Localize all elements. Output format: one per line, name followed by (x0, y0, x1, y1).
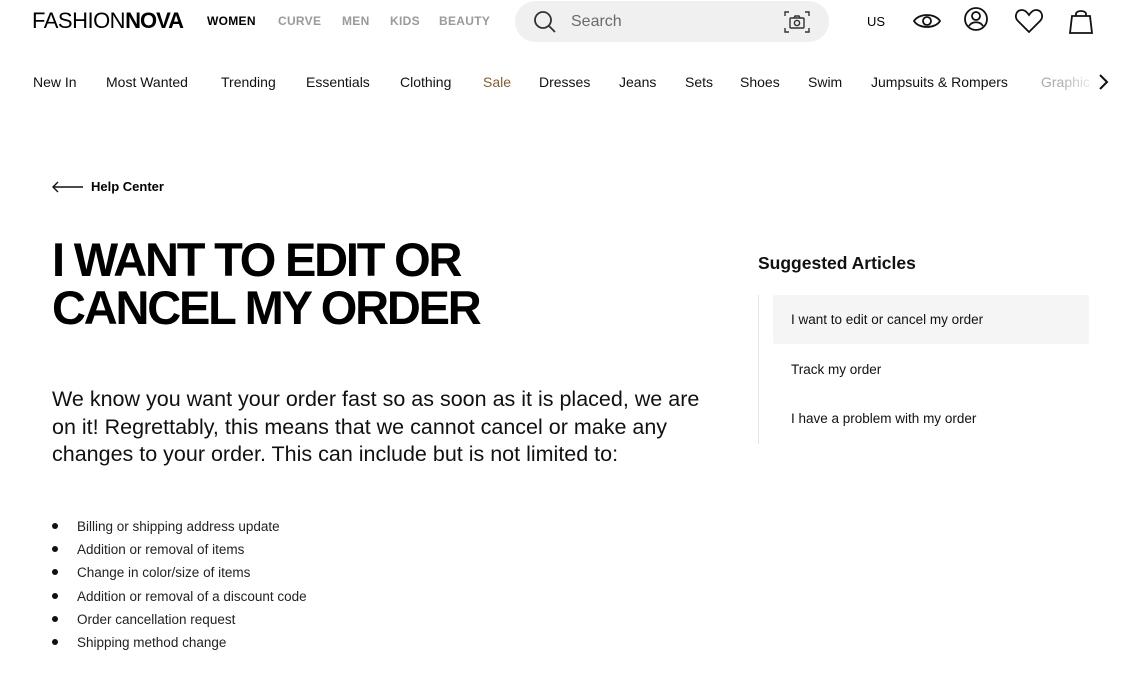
dept-kids[interactable]: KIDS (390, 14, 420, 28)
suggested-article-track-order[interactable]: Track my order (773, 345, 1089, 394)
page-title: I WANT TO EDIT OR CANCEL MY ORDER (52, 233, 482, 334)
heart-icon[interactable] (1014, 8, 1044, 34)
nav-item-shoes[interactable]: Shoes (740, 74, 780, 91)
article-intro: We know you want your order fast so as s… (52, 387, 700, 467)
nav-item-new-in[interactable]: New In (33, 74, 77, 91)
site-header: FASHIONNOVA WOMEN CURVE MEN KIDS BEAUTY … (0, 0, 1125, 44)
dept-women[interactable]: WOMEN (207, 14, 256, 28)
nav-item-swim[interactable]: Swim (808, 74, 842, 91)
nav-item-clothing[interactable]: Clothing (400, 74, 451, 91)
list-item: Order cancellation request (52, 608, 307, 631)
nav-item-sets[interactable]: Sets (685, 74, 713, 91)
nav-item-jeans[interactable]: Jeans (619, 74, 656, 91)
nav-item-essentials[interactable]: Essentials (306, 74, 370, 91)
dept-beauty[interactable]: BEAUTY (439, 14, 490, 28)
suggested-article-edit-cancel[interactable]: I want to edit or cancel my order (773, 295, 1089, 344)
nav-item-trending[interactable]: Trending (221, 74, 276, 91)
list-item: Billing or shipping address update (52, 515, 307, 538)
suggested-articles-heading: Suggested Articles (758, 253, 916, 273)
account-icon[interactable] (963, 6, 989, 32)
suggested-article-order-problem[interactable]: I have a problem with my order (773, 394, 1089, 443)
nav-item-dresses[interactable]: Dresses (539, 74, 590, 91)
chevron-right-icon[interactable] (1096, 72, 1110, 92)
list-item: Addition or removal of a discount code (52, 585, 307, 608)
dept-men[interactable]: MEN (342, 14, 370, 28)
restriction-list: Billing or shipping address update Addit… (52, 515, 307, 654)
nav-item-most-wanted[interactable]: Most Wanted (106, 74, 188, 91)
nav-item-sale[interactable]: Sale (483, 74, 511, 91)
search-icon (534, 11, 556, 33)
bag-icon[interactable] (1067, 7, 1095, 35)
category-nav: New In Most Wanted Trending Essentials C… (0, 70, 1125, 96)
suggested-articles-list: I want to edit or cancel my order Track … (758, 295, 1089, 444)
nav-item-jumpsuits-rompers[interactable]: Jumpsuits & Rompers (871, 74, 1008, 91)
fashion-nova-logo[interactable]: FASHIONNOVA (32, 8, 184, 34)
arrow-left-icon (52, 181, 83, 193)
search-input[interactable] (571, 10, 771, 34)
region-selector[interactable]: US (867, 14, 885, 29)
nav-fade-overlay (1060, 70, 1100, 96)
list-item: Addition or removal of items (52, 538, 307, 561)
camera-search-icon[interactable] (783, 9, 811, 35)
search-bar[interactable] (515, 1, 829, 42)
dept-curve[interactable]: CURVE (278, 14, 321, 28)
list-item: Change in color/size of items (52, 561, 307, 584)
list-item: Shipping method change (52, 631, 307, 654)
breadcrumb-label: Help Center (91, 179, 164, 194)
eye-icon[interactable] (912, 9, 942, 33)
